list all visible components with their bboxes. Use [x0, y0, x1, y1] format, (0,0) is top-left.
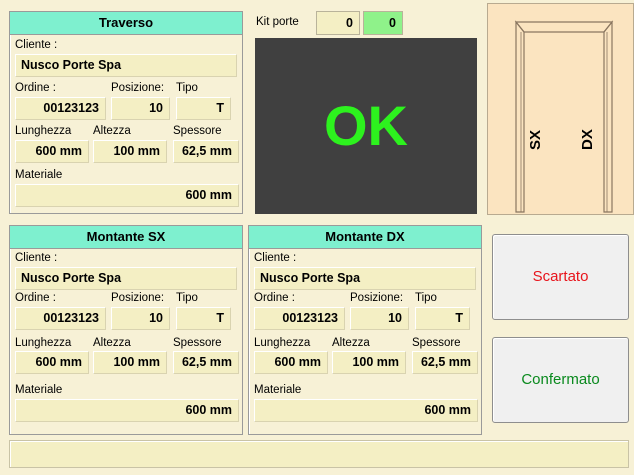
posizione-label: Posizione:: [111, 292, 165, 304]
ordine-field: 00123123: [15, 97, 106, 120]
altezza-label: Altezza: [332, 337, 370, 349]
scartato-button[interactable]: Scartato: [492, 234, 629, 320]
materiale-field: 600 mm: [254, 399, 478, 422]
door-frame-diagram: SX DX: [487, 3, 634, 215]
tipo-label: Tipo: [176, 292, 198, 304]
spessore-field: 62,5 mm: [173, 351, 239, 374]
cliente-label: Cliente :: [15, 252, 58, 264]
materiale-field: 600 mm: [15, 184, 239, 207]
tipo-field: T: [176, 97, 231, 120]
ordine-label: Ordine :: [15, 292, 56, 304]
spessore-label: Spessore: [173, 125, 222, 137]
spessore-label: Spessore: [173, 337, 222, 349]
spessore-label: Spessore: [412, 337, 461, 349]
materiale-label: Materiale: [15, 169, 63, 181]
lunghezza-label: Lunghezza: [254, 337, 311, 349]
sx-label: SX: [527, 130, 544, 150]
altezza-field: 100 mm: [93, 351, 167, 374]
spessore-field: 62,5 mm: [173, 140, 239, 163]
altezza-label: Altezza: [93, 337, 131, 349]
cliente-label: Cliente :: [15, 39, 58, 51]
montante-sx-title: Montante SX: [10, 226, 242, 249]
posizione-field: 10: [111, 307, 170, 330]
tipo-field: T: [415, 307, 470, 330]
traverso-panel: Traverso Cliente : Nusco Porte Spa Ordin…: [9, 11, 243, 214]
tipo-field: T: [176, 307, 231, 330]
materiale-field: 600 mm: [15, 399, 239, 422]
cliente-field: Nusco Porte Spa: [254, 267, 476, 290]
kit-done-field: 0: [363, 11, 403, 35]
montante-dx-panel: Montante DX Cliente : Nusco Porte Spa Or…: [248, 225, 482, 435]
montante-dx-title: Montante DX: [249, 226, 481, 249]
lunghezza-field: 600 mm: [15, 140, 89, 163]
confermato-button[interactable]: Confermato: [492, 337, 629, 423]
ordine-field: 00123123: [254, 307, 345, 330]
materiale-label: Materiale: [254, 384, 302, 396]
ordine-field: 00123123: [15, 307, 106, 330]
cliente-field: Nusco Porte Spa: [15, 267, 237, 290]
status-bar: [9, 440, 629, 468]
ok-status-display: OK: [255, 38, 477, 214]
lunghezza-label: Lunghezza: [15, 337, 72, 349]
montante-sx-panel: Montante SX Cliente : Nusco Porte Spa Or…: [9, 225, 243, 435]
lunghezza-label: Lunghezza: [15, 125, 72, 137]
altezza-field: 100 mm: [332, 351, 406, 374]
cliente-field: Nusco Porte Spa: [15, 54, 237, 77]
posizione-field: 10: [111, 97, 170, 120]
kit-porte-label: Kit porte: [256, 16, 299, 28]
door-frame-icon: SX DX: [514, 20, 614, 213]
posizione-label: Posizione:: [111, 82, 165, 94]
tipo-label: Tipo: [176, 82, 198, 94]
lunghezza-field: 600 mm: [15, 351, 89, 374]
kit-count-field: 0: [316, 11, 360, 35]
dx-label: DX: [579, 129, 596, 150]
altezza-field: 100 mm: [93, 140, 167, 163]
materiale-label: Materiale: [15, 384, 63, 396]
tipo-label: Tipo: [415, 292, 437, 304]
posizione-field: 10: [350, 307, 409, 330]
traverso-title: Traverso: [10, 12, 242, 35]
lunghezza-field: 600 mm: [254, 351, 328, 374]
spessore-field: 62,5 mm: [412, 351, 478, 374]
altezza-label: Altezza: [93, 125, 131, 137]
ordine-label: Ordine :: [254, 292, 295, 304]
cliente-label: Cliente :: [254, 252, 297, 264]
ordine-label: Ordine :: [15, 82, 56, 94]
posizione-label: Posizione:: [350, 292, 404, 304]
